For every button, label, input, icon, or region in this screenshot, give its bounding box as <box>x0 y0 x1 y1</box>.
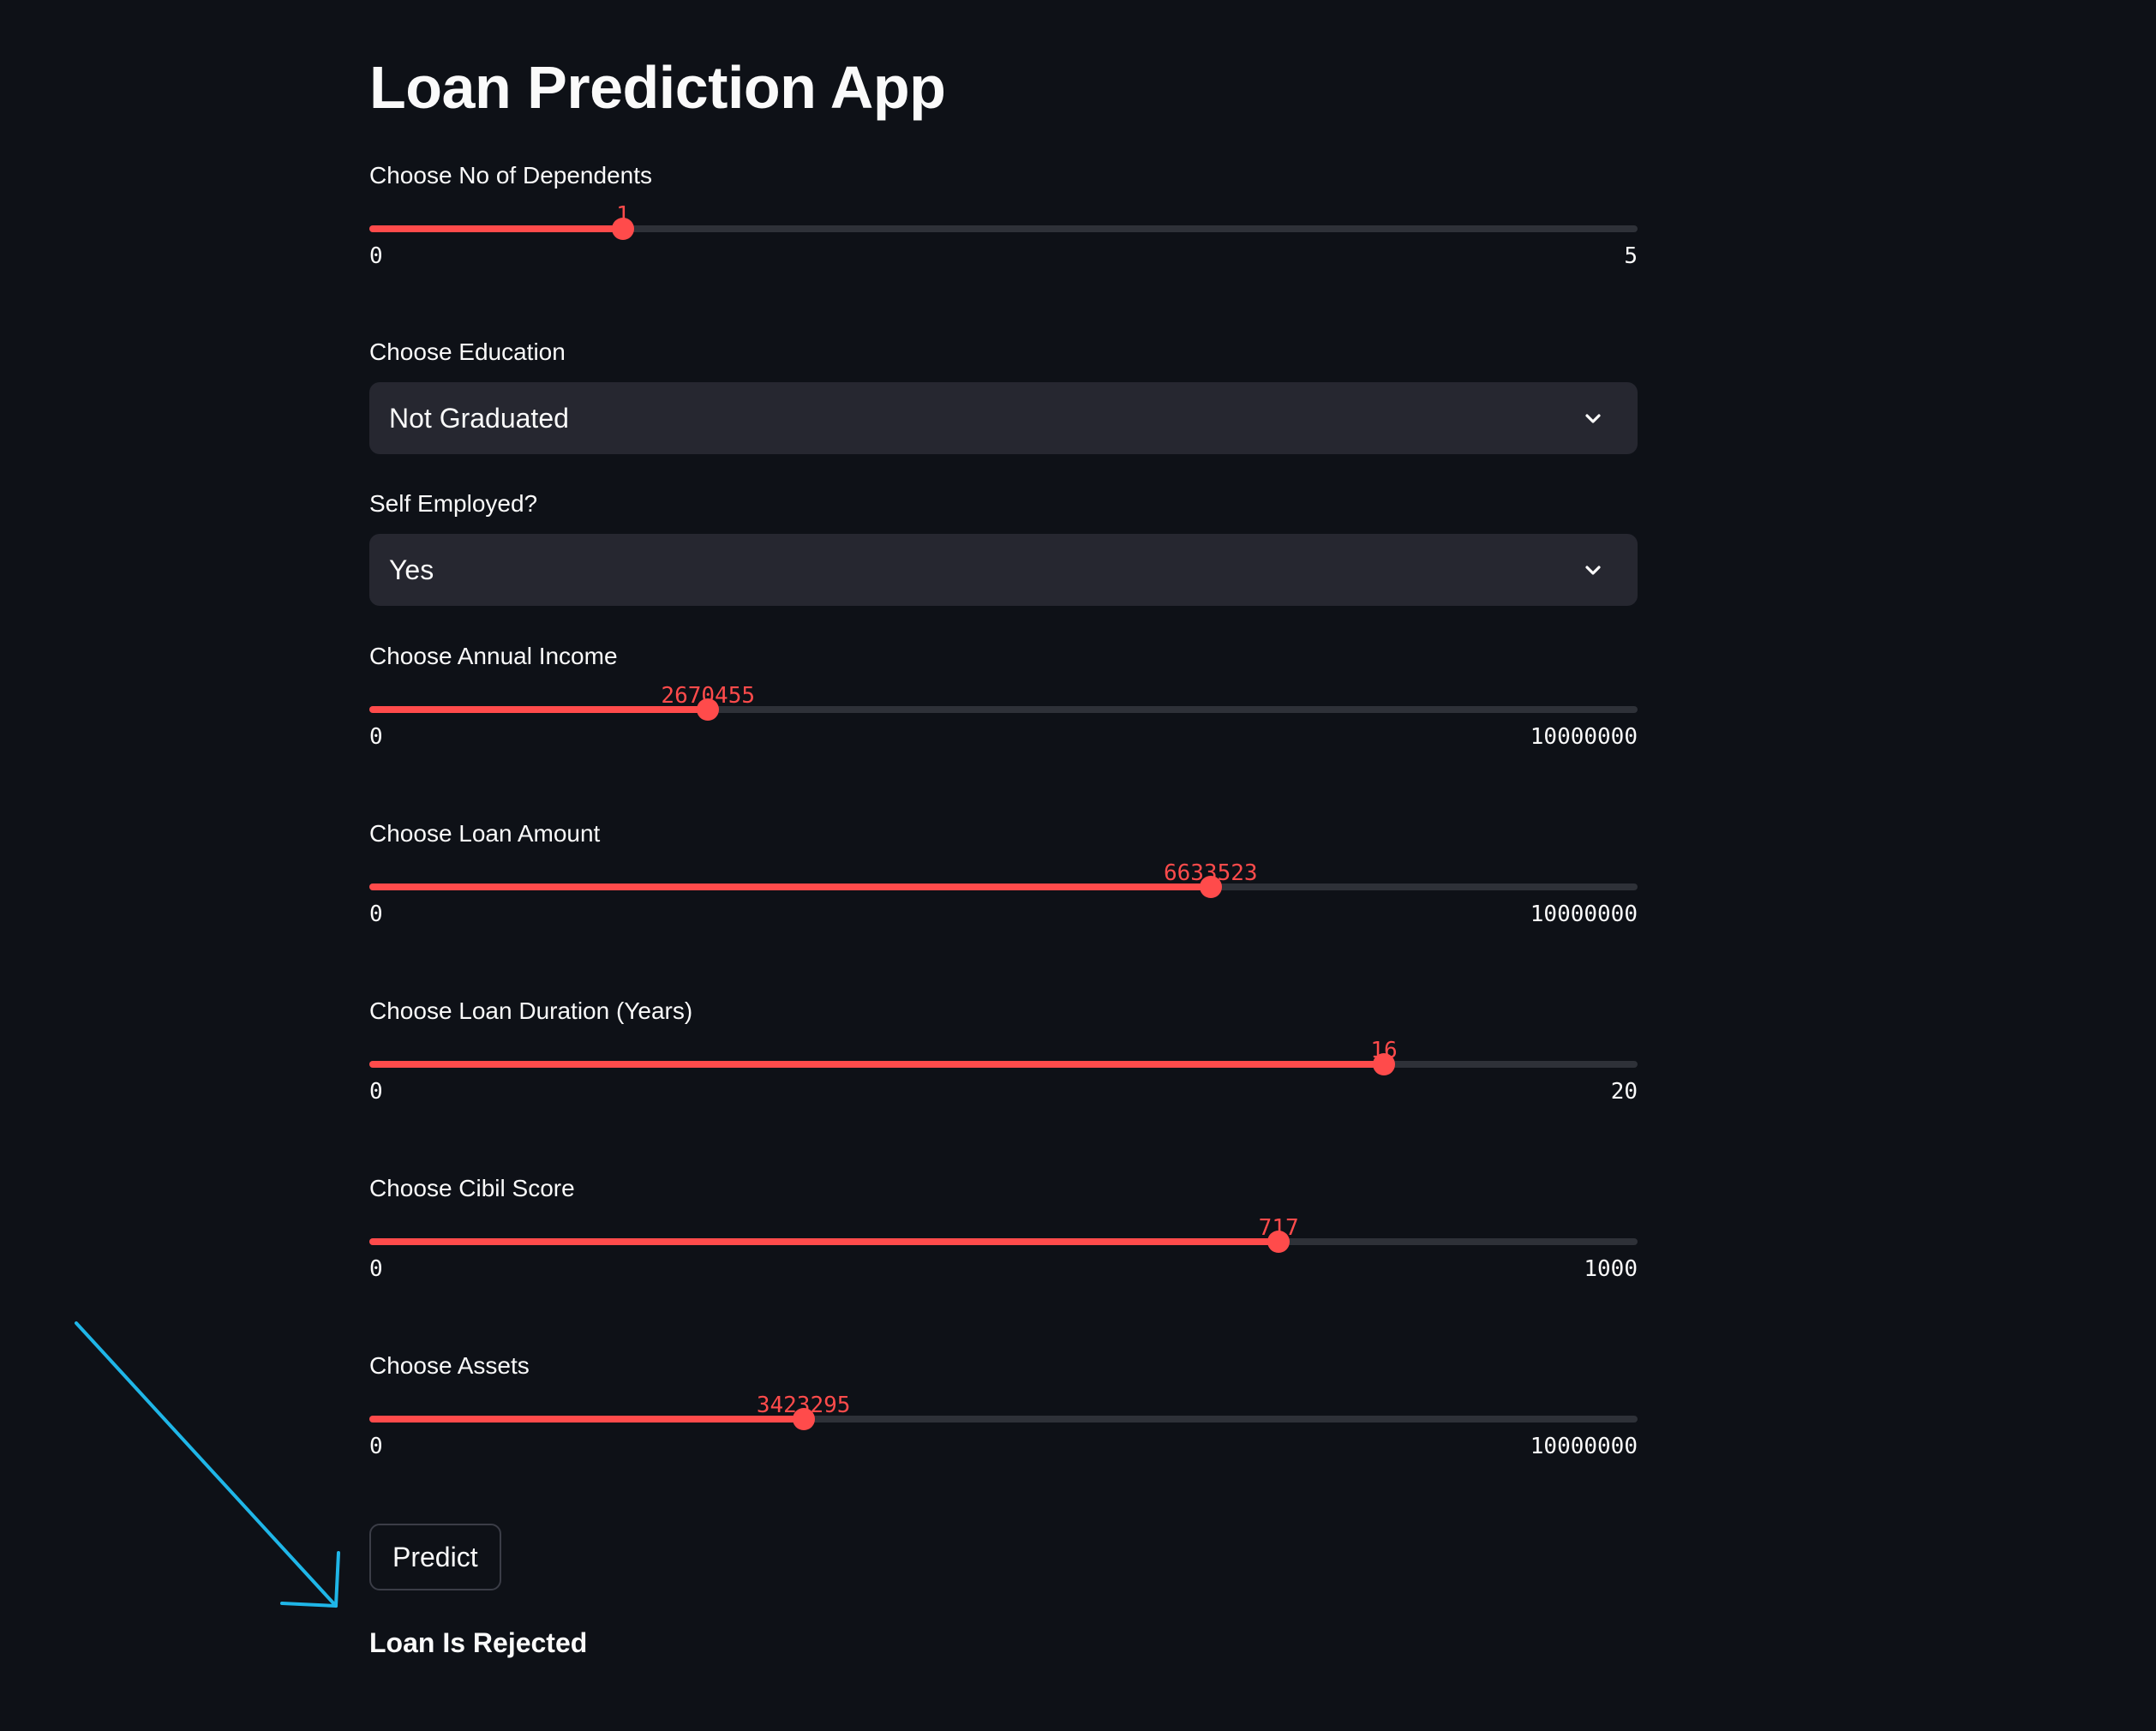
slider-fill <box>369 883 1211 890</box>
cibil-score-slider[interactable]: 717 0 1000 <box>369 1171 1638 1309</box>
slider-fill <box>369 225 623 232</box>
annual-income-min: 0 <box>369 724 383 750</box>
slider-track[interactable] <box>369 883 1638 890</box>
slider-thumb[interactable] <box>697 698 720 721</box>
loan-amount-max: 10000000 <box>1530 901 1638 927</box>
loan-duration-min: 0 <box>369 1079 383 1105</box>
education-label: Choose Education <box>369 338 566 365</box>
slider-fill <box>369 1238 1279 1245</box>
loan-duration-max: 20 <box>1610 1079 1638 1105</box>
prediction-result: Loan Is Rejected <box>369 1627 588 1658</box>
slider-thumb[interactable] <box>1373 1053 1395 1075</box>
dependents-slider[interactable]: 1 0 5 <box>369 159 1638 296</box>
self-employed-label: Self Employed? <box>369 490 538 517</box>
assets-slider[interactable]: 3423295 0 10000000 <box>369 1349 1638 1486</box>
cibil-score-max: 1000 <box>1584 1256 1638 1282</box>
page-title: Loan Prediction App <box>369 54 946 121</box>
slider-track[interactable] <box>369 706 1638 713</box>
annual-income-max: 10000000 <box>1530 724 1638 750</box>
slider-thumb[interactable] <box>1267 1231 1291 1253</box>
slider-track[interactable] <box>369 1416 1638 1423</box>
dependents-max: 5 <box>1624 243 1638 269</box>
assets-min: 0 <box>369 1434 383 1459</box>
cibil-score-min: 0 <box>369 1256 383 1282</box>
education-select[interactable]: Not Graduated <box>369 382 1638 454</box>
slider-fill <box>369 1416 804 1423</box>
slider-track[interactable] <box>369 225 1638 232</box>
slider-track[interactable] <box>369 1238 1638 1245</box>
education-selected: Not Graduated <box>389 403 569 434</box>
annotation-arrow <box>75 1321 340 1608</box>
chevron-down-icon <box>1585 566 1601 575</box>
self-employed-select[interactable]: Yes <box>369 534 1638 606</box>
slider-thumb[interactable] <box>792 1408 815 1430</box>
loan-amount-min: 0 <box>369 901 383 927</box>
chevron-down-icon <box>1585 414 1601 423</box>
assets-max: 10000000 <box>1530 1434 1638 1459</box>
loan-duration-slider[interactable]: 16 0 20 <box>369 994 1638 1131</box>
predict-button[interactable]: Predict <box>369 1524 501 1590</box>
slider-fill <box>369 706 709 713</box>
slider-thumb[interactable] <box>1199 876 1222 898</box>
annual-income-slider[interactable]: 2670455 0 10000000 <box>369 639 1638 776</box>
slider-fill <box>369 1061 1384 1068</box>
slider-thumb[interactable] <box>612 218 634 240</box>
dependents-min: 0 <box>369 243 383 269</box>
self-employed-selected: Yes <box>389 554 434 585</box>
loan-amount-slider[interactable]: 6633523 0 10000000 <box>369 817 1638 954</box>
slider-track[interactable] <box>369 1061 1638 1068</box>
